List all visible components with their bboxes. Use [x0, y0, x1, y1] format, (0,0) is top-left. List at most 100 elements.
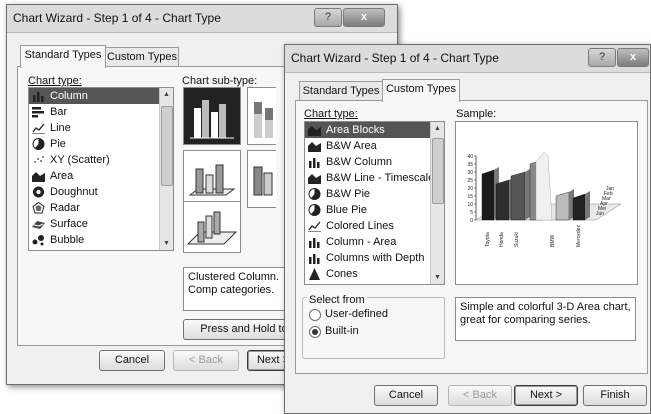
- list-item-label: Column - Area: [326, 236, 397, 248]
- front-cancel-button[interactable]: Cancel: [374, 385, 438, 406]
- list-item-label: Pie: [50, 138, 66, 150]
- front-tab-standard-types[interactable]: Standard Types: [299, 81, 383, 101]
- list-item-label: Blue Pie: [326, 204, 367, 216]
- line-chart-icon: [32, 123, 45, 134]
- list-item-label: Doughnut: [50, 186, 98, 198]
- back-list-item[interactable]: Column: [29, 88, 173, 104]
- front-back-button[interactable]: < Back: [448, 385, 512, 406]
- list-item-label: Line: [50, 122, 71, 134]
- pie-chart-icon: [308, 204, 321, 216]
- back-tab-standard-types[interactable]: Standard Types: [20, 45, 106, 68]
- back-dialog-title: Chart Wizard - Step 1 of 4 - Chart Type: [13, 11, 221, 25]
- subtype-3d-column[interactable]: [183, 201, 241, 253]
- sample-y-tick-label: 40: [467, 154, 473, 160]
- subtype-3d-stacked-column[interactable]: [247, 150, 276, 208]
- list-item-label: Column: [50, 90, 88, 102]
- 3d-stacked-icon: [253, 166, 273, 196]
- front-list-item[interactable]: Colored Lines: [305, 218, 444, 234]
- front-list-item[interactable]: Column - Area: [305, 234, 444, 250]
- front-next-button[interactable]: Next >: [514, 385, 578, 406]
- area-chart-icon: [32, 172, 45, 182]
- cone-chart-icon: [309, 268, 320, 280]
- front-help-button[interactable]: ?: [588, 48, 616, 67]
- scroll-thumb[interactable]: [161, 106, 173, 186]
- back-tab-custom-types[interactable]: Custom Types: [105, 47, 179, 67]
- sample-chart: 0 5 10 15 20 25 30 35 40 Toyota Honda Suzuki BMW Merc…: [467, 151, 622, 248]
- radio-built-in-label[interactable]: Built-in: [325, 325, 359, 337]
- sample-x-label: Honda: [499, 232, 505, 247]
- column-chart-icon: [33, 92, 44, 102]
- back-list-item[interactable]: Area: [29, 168, 173, 184]
- area-chart-icon: [308, 142, 321, 152]
- front-list-scrollbar[interactable]: ▲ ▼: [430, 122, 444, 284]
- custom-type-description: Simple and colorful 3-D Area chart, grea…: [455, 297, 636, 341]
- column-chart-icon: [309, 238, 320, 248]
- front-list-item[interactable]: B&W Pie: [305, 186, 444, 202]
- scatter-chart-icon: [34, 156, 44, 163]
- list-item-label: Surface: [50, 218, 88, 230]
- subtype-3d-clustered-column[interactable]: [183, 150, 241, 208]
- radio-built-in[interactable]: [309, 326, 321, 338]
- front-tabstrip: Standard Types Custom Types: [299, 79, 499, 102]
- 3d-column-icon: [188, 164, 236, 196]
- sample-area-block: [495, 179, 510, 221]
- back-back-button[interactable]: < Back: [173, 350, 239, 371]
- scroll-thumb[interactable]: [432, 138, 444, 204]
- area-blocks-icon: [308, 126, 321, 136]
- front-finish-button[interactable]: Finish: [583, 385, 647, 406]
- bubble-chart-icon: [32, 235, 44, 246]
- front-chart-type-list[interactable]: Area Blocks B&W Area B&W Column B&W Line - …: [304, 121, 445, 285]
- back-chart-type-list[interactable]: Column Bar Line Pie XY (Scatter) Area Doughnut…: [28, 87, 174, 251]
- scroll-down-arrow-icon[interactable]: ▼: [431, 271, 444, 284]
- clustered-column-icon: [190, 100, 234, 139]
- radio-user-defined-label[interactable]: User-defined: [325, 308, 388, 320]
- front-list-item[interactable]: Cones: [305, 266, 444, 282]
- front-close-button[interactable]: x: [617, 48, 649, 67]
- scroll-up-arrow-icon[interactable]: ▲: [431, 122, 444, 135]
- back-cancel-button[interactable]: Cancel: [99, 350, 165, 371]
- back-list-item[interactable]: Line: [29, 120, 173, 136]
- scroll-up-arrow-icon[interactable]: ▲: [160, 88, 173, 101]
- back-list-item[interactable]: Bar: [29, 104, 173, 120]
- sample-area-block: [510, 171, 526, 221]
- back-close-button[interactable]: x: [343, 8, 385, 27]
- back-list-item[interactable]: Surface: [29, 216, 173, 232]
- sample-area-block: [481, 169, 495, 221]
- front-list-item[interactable]: B&W Area: [305, 138, 444, 154]
- sample-area-block: [572, 193, 586, 221]
- list-item-label: Radar: [50, 202, 80, 214]
- back-list-item[interactable]: Radar: [29, 200, 173, 216]
- front-list-item[interactable]: Area Blocks: [305, 122, 444, 138]
- back-list-item[interactable]: Pie: [29, 136, 173, 152]
- surface-chart-icon: [32, 221, 45, 229]
- sample-x-label: BMW: [550, 235, 556, 248]
- front-list-item[interactable]: B&W Column: [305, 154, 444, 170]
- back-list-scrollbar[interactable]: ▲ ▼: [159, 88, 173, 250]
- front-list-item[interactable]: Blue Pie: [305, 202, 444, 218]
- front-chart-type-label: Chart type:: [304, 108, 358, 120]
- back-list-item[interactable]: Bubble: [29, 232, 173, 248]
- subtype-stacked-column[interactable]: [247, 87, 276, 145]
- scroll-down-arrow-icon[interactable]: ▼: [160, 237, 173, 250]
- stacked-column-icon: [254, 102, 273, 138]
- sample-y-tick-label: 0: [470, 218, 473, 224]
- back-help-button[interactable]: ?: [314, 8, 342, 27]
- front-dialog-titlebar[interactable]: Chart Wizard - Step 1 of 4 - Chart Type …: [285, 45, 650, 73]
- back-dialog-titlebar[interactable]: Chart Wizard - Step 1 of 4 - Chart Type …: [7, 5, 397, 33]
- back-list-item[interactable]: XY (Scatter): [29, 152, 173, 168]
- sample-y-tick-label: 30: [467, 170, 473, 176]
- sample-y-tick-label: 10: [467, 202, 473, 208]
- area-chart-icon: [308, 174, 321, 184]
- subtype-clustered-column[interactable]: [183, 87, 241, 145]
- list-item-label: B&W Pie: [326, 188, 371, 200]
- front-tab-custom-types[interactable]: Custom Types: [382, 79, 460, 102]
- bar-chart-icon: [32, 107, 44, 118]
- list-item-label: XY (Scatter): [50, 154, 110, 166]
- front-list-item[interactable]: Columns with Depth: [305, 250, 444, 266]
- radar-chart-icon: [32, 202, 45, 214]
- sample-label: Sample:: [456, 108, 497, 120]
- front-list-item[interactable]: B&W Line - Timescale: [305, 170, 444, 186]
- radio-user-defined[interactable]: [309, 309, 321, 321]
- sample-y-tick-label: 35: [467, 162, 473, 168]
- back-list-item[interactable]: Doughnut: [29, 184, 173, 200]
